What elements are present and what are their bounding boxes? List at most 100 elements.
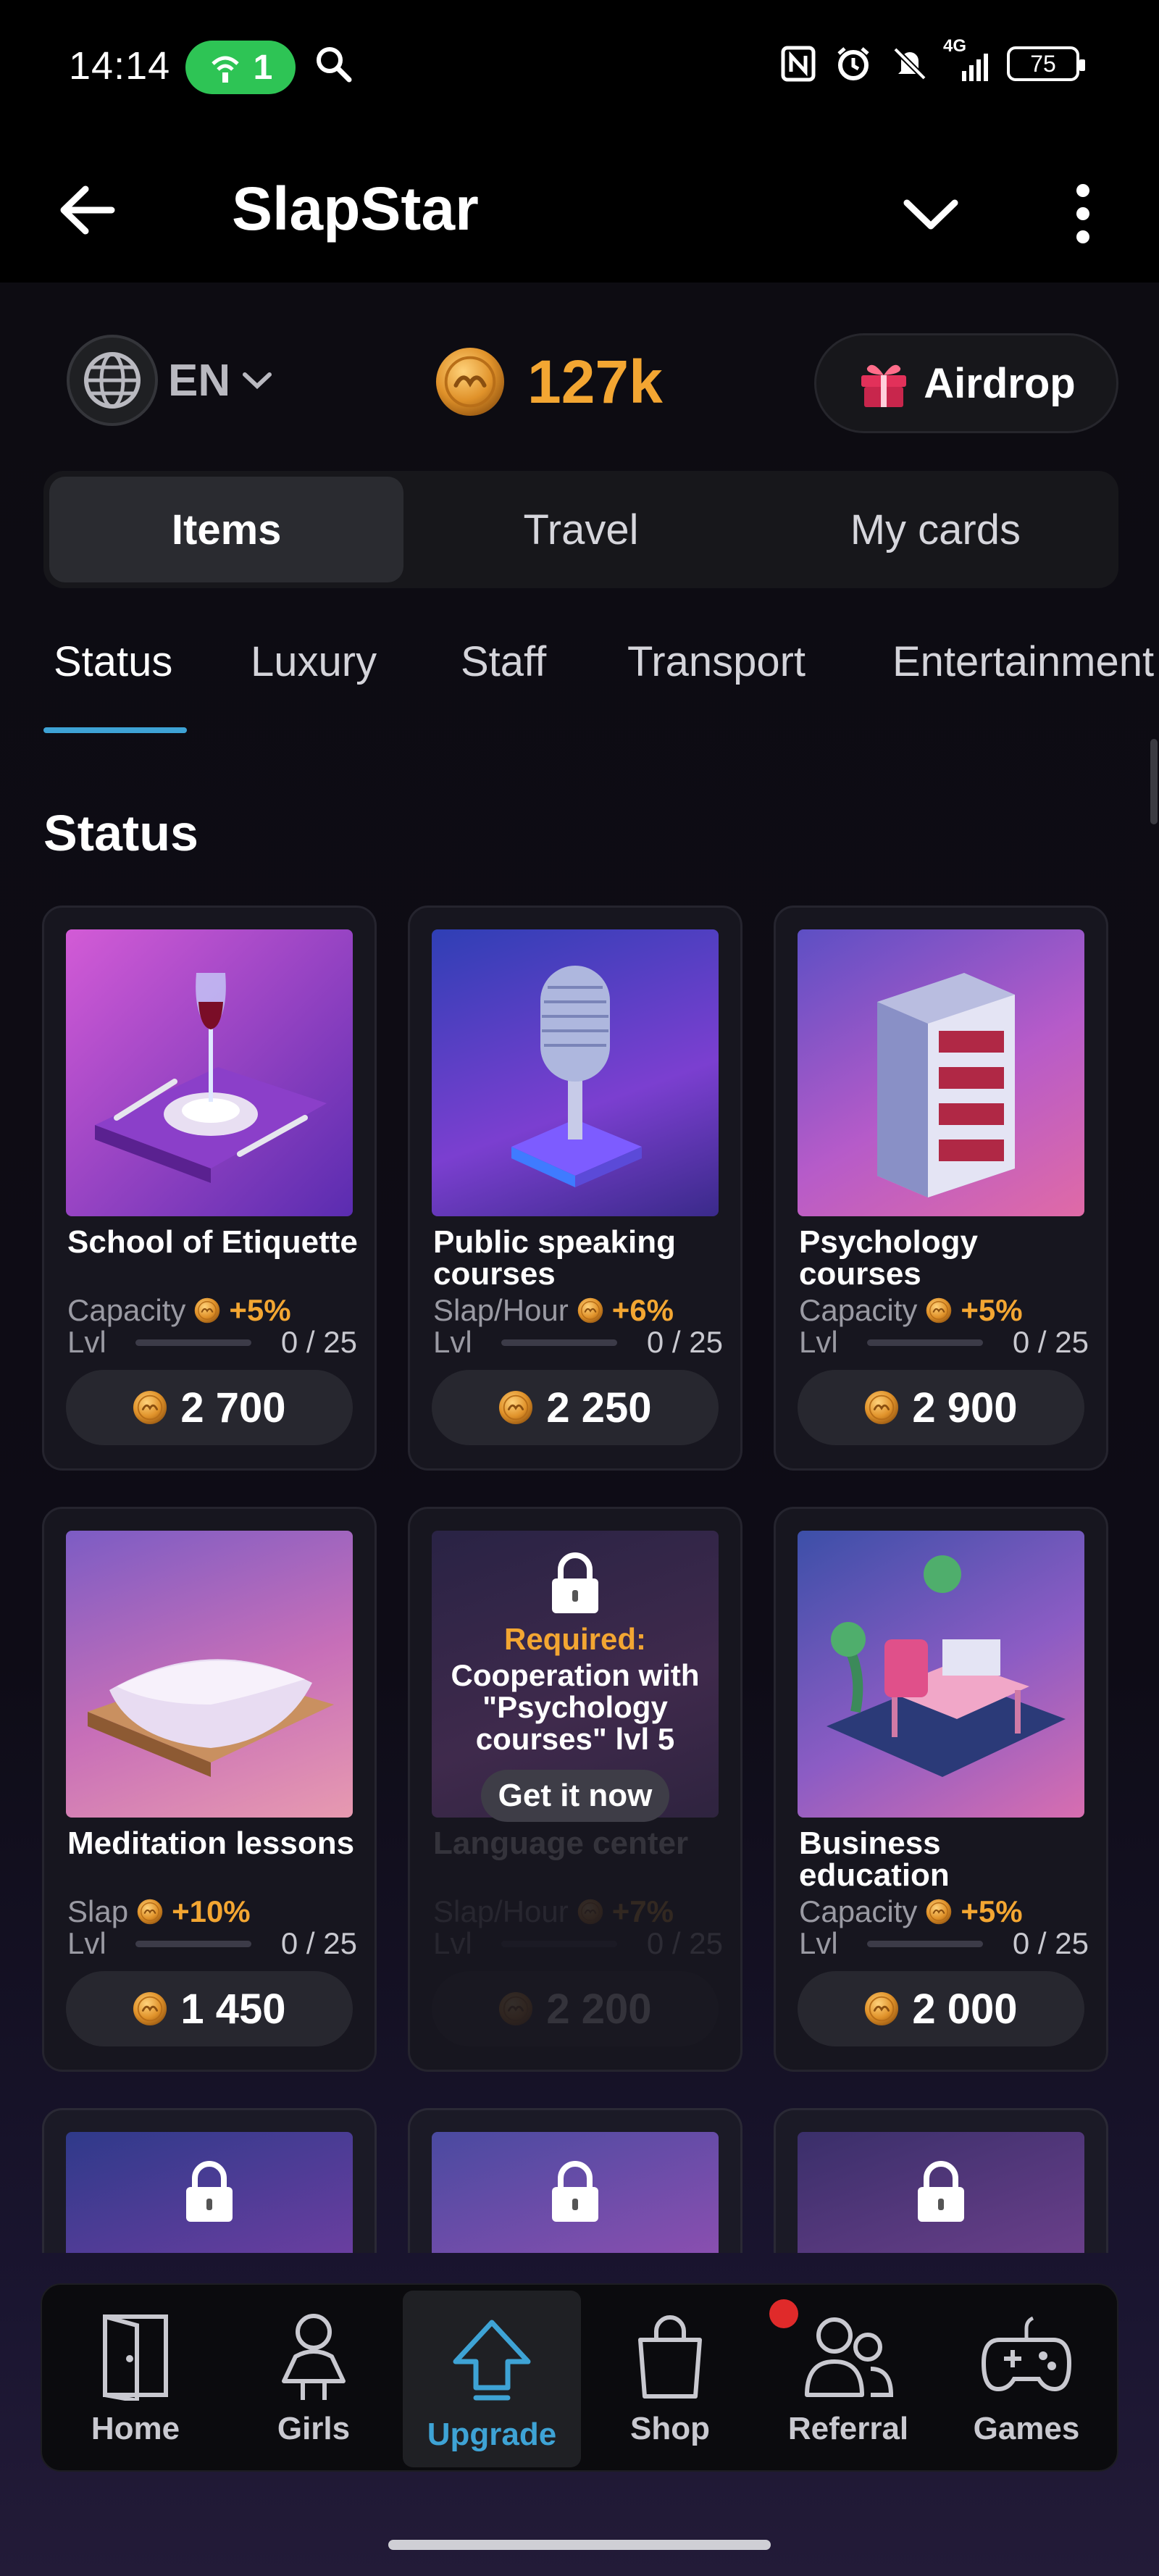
level-count: 0 / 25 [280,1325,357,1359]
required-text: Cooperation with "Psychology courses" lv… [451,1658,700,1756]
item-card-business-education[interactable]: Business education Capacity +5% Lvl 0 / … [774,1507,1108,2072]
coin-icon [137,1899,163,1925]
lock-icon [549,1552,601,1615]
price-value: 2 000 [912,1985,1018,2033]
chevron-down-icon [903,199,958,230]
bottom-navigation: Home Girls Upgrade Shop Referral Games [41,2283,1118,2472]
segment-my-cards[interactable]: My cards [758,477,1113,582]
level-progress-bar [866,1339,983,1346]
collapse-button[interactable] [898,181,963,246]
stat-label: Capacity [799,1894,918,1928]
stat-bonus: +5% [961,1894,1023,1928]
nav-girls[interactable]: Girls [225,2285,403,2473]
signal-indicator: 4G [943,36,988,81]
network-type: 4G [943,36,967,56]
nav-label: Referral [787,2411,909,2446]
buy-button[interactable]: 2 250 [432,1370,719,1445]
language-label: EN [168,355,231,406]
required-label: Required: [503,1622,646,1656]
door-icon [85,2305,186,2406]
nav-upgrade[interactable]: Upgrade [403,2291,581,2467]
level-label: Lvl [433,1325,472,1359]
lock-icon [549,2161,601,2223]
coin-icon [133,1991,167,2026]
nav-label: Girls [277,2411,351,2446]
level-label: Lvl [799,1926,838,1960]
level-count: 0 / 25 [646,1325,723,1359]
item-card-locked[interactable] [774,2108,1108,2253]
app-content: EN 127k Airdrop Items Travel My cards St… [0,283,1159,2576]
airdrop-button[interactable]: Airdrop [814,333,1118,433]
buy-button: 2 200 [432,1971,719,2046]
item-card-psychology-courses[interactable]: Psychology courses Capacity +5% Lvl 0 / … [774,906,1108,1471]
airdrop-label: Airdrop [924,359,1076,407]
language-selector[interactable]: EN [67,335,274,426]
level-label: Lvl [799,1325,838,1359]
card-name: Business education [799,1826,950,1893]
stat-bonus: +5% [961,1293,1023,1327]
level-count: 0 / 25 [280,1926,357,1960]
tab-status[interactable]: Status [54,637,172,686]
level-progress-bar [501,1339,617,1346]
tab-staff[interactable]: Staff [461,637,546,686]
stat-bonus: +7% [611,1894,674,1928]
item-card-locked[interactable] [42,2108,377,2253]
globe-icon [67,335,158,426]
nav-shop[interactable]: Shop [581,2285,759,2473]
signal-bar [984,54,988,81]
main-segment-control: Items Travel My cards [43,471,1118,588]
level-progress-bar [135,1940,251,1947]
buy-button[interactable]: 1 450 [66,1971,353,2046]
alarm-icon [837,47,869,80]
category-tabs: Status Luxury Staff Transport Entertainm… [0,637,1159,732]
nav-label: Home [91,2411,180,2446]
buy-button[interactable]: 2 900 [798,1370,1084,1445]
coin-icon [577,1899,603,1925]
microphone-image [432,929,719,1216]
segment-items[interactable]: Items [49,477,404,582]
back-button[interactable] [58,174,130,246]
more-options-button[interactable] [1058,177,1108,250]
tab-luxury[interactable]: Luxury [251,637,377,686]
card-level: Lvl 0 / 25 [433,1926,723,1961]
item-card-school-of-etiquette[interactable]: School of Etiquette Capacity +5% Lvl 0 /… [42,906,377,1471]
buy-button[interactable]: 2 700 [66,1370,353,1445]
battery-indicator: 75 [1007,46,1085,81]
item-card-public-speaking[interactable]: Public speaking courses Slap/Hour +6% Lv… [408,906,742,1471]
more-vertical-icon [1076,184,1089,243]
home-gesture-bar[interactable] [388,2540,771,2550]
card-level: Lvl 0 / 25 [799,1325,1089,1360]
coin-icon [498,1991,533,2026]
card-stat: Capacity +5% [67,1293,357,1328]
card-name: Public speaking courses [433,1224,676,1292]
level-count: 0 / 25 [646,1926,723,1960]
item-card-language-center[interactable]: Required: Cooperation with "Psychology c… [408,1507,742,2072]
stat-label: Slap/Hour [433,1894,569,1928]
scrollbar[interactable] [1150,739,1158,824]
segment-travel[interactable]: Travel [403,477,758,582]
card-name: Psychology courses [799,1224,978,1292]
coin-icon [194,1297,220,1323]
signal-bar [962,71,966,81]
search-icon [317,47,352,83]
level-count: 0 / 25 [1012,1325,1089,1359]
item-card-meditation-lessons[interactable]: Meditation lessons Slap +10% Lvl 0 / 25 … [42,1507,377,2072]
buy-button[interactable]: 2 000 [798,1971,1084,2046]
item-card-locked[interactable] [408,2108,742,2253]
coin-icon [133,1390,167,1425]
nav-referral[interactable]: Referral [759,2285,937,2473]
lock-icon [915,2161,967,2223]
section-title: Status [43,805,198,861]
shopping-bag-icon [619,2305,721,2406]
tab-entertainment[interactable]: Entertainment [892,637,1154,686]
card-stat: Capacity +5% [799,1293,1089,1328]
nav-games[interactable]: Games [937,2285,1116,2473]
level-count: 0 / 25 [1012,1926,1089,1960]
stat-bonus: +5% [229,1293,291,1327]
tab-transport[interactable]: Transport [627,637,806,686]
nav-home[interactable]: Home [46,2285,225,2473]
hotspot-icon [211,56,239,83]
price-value: 2 250 [546,1384,652,1431]
level-label: Lvl [67,1325,106,1359]
get-it-now-button[interactable]: Get it now [481,1770,669,1822]
